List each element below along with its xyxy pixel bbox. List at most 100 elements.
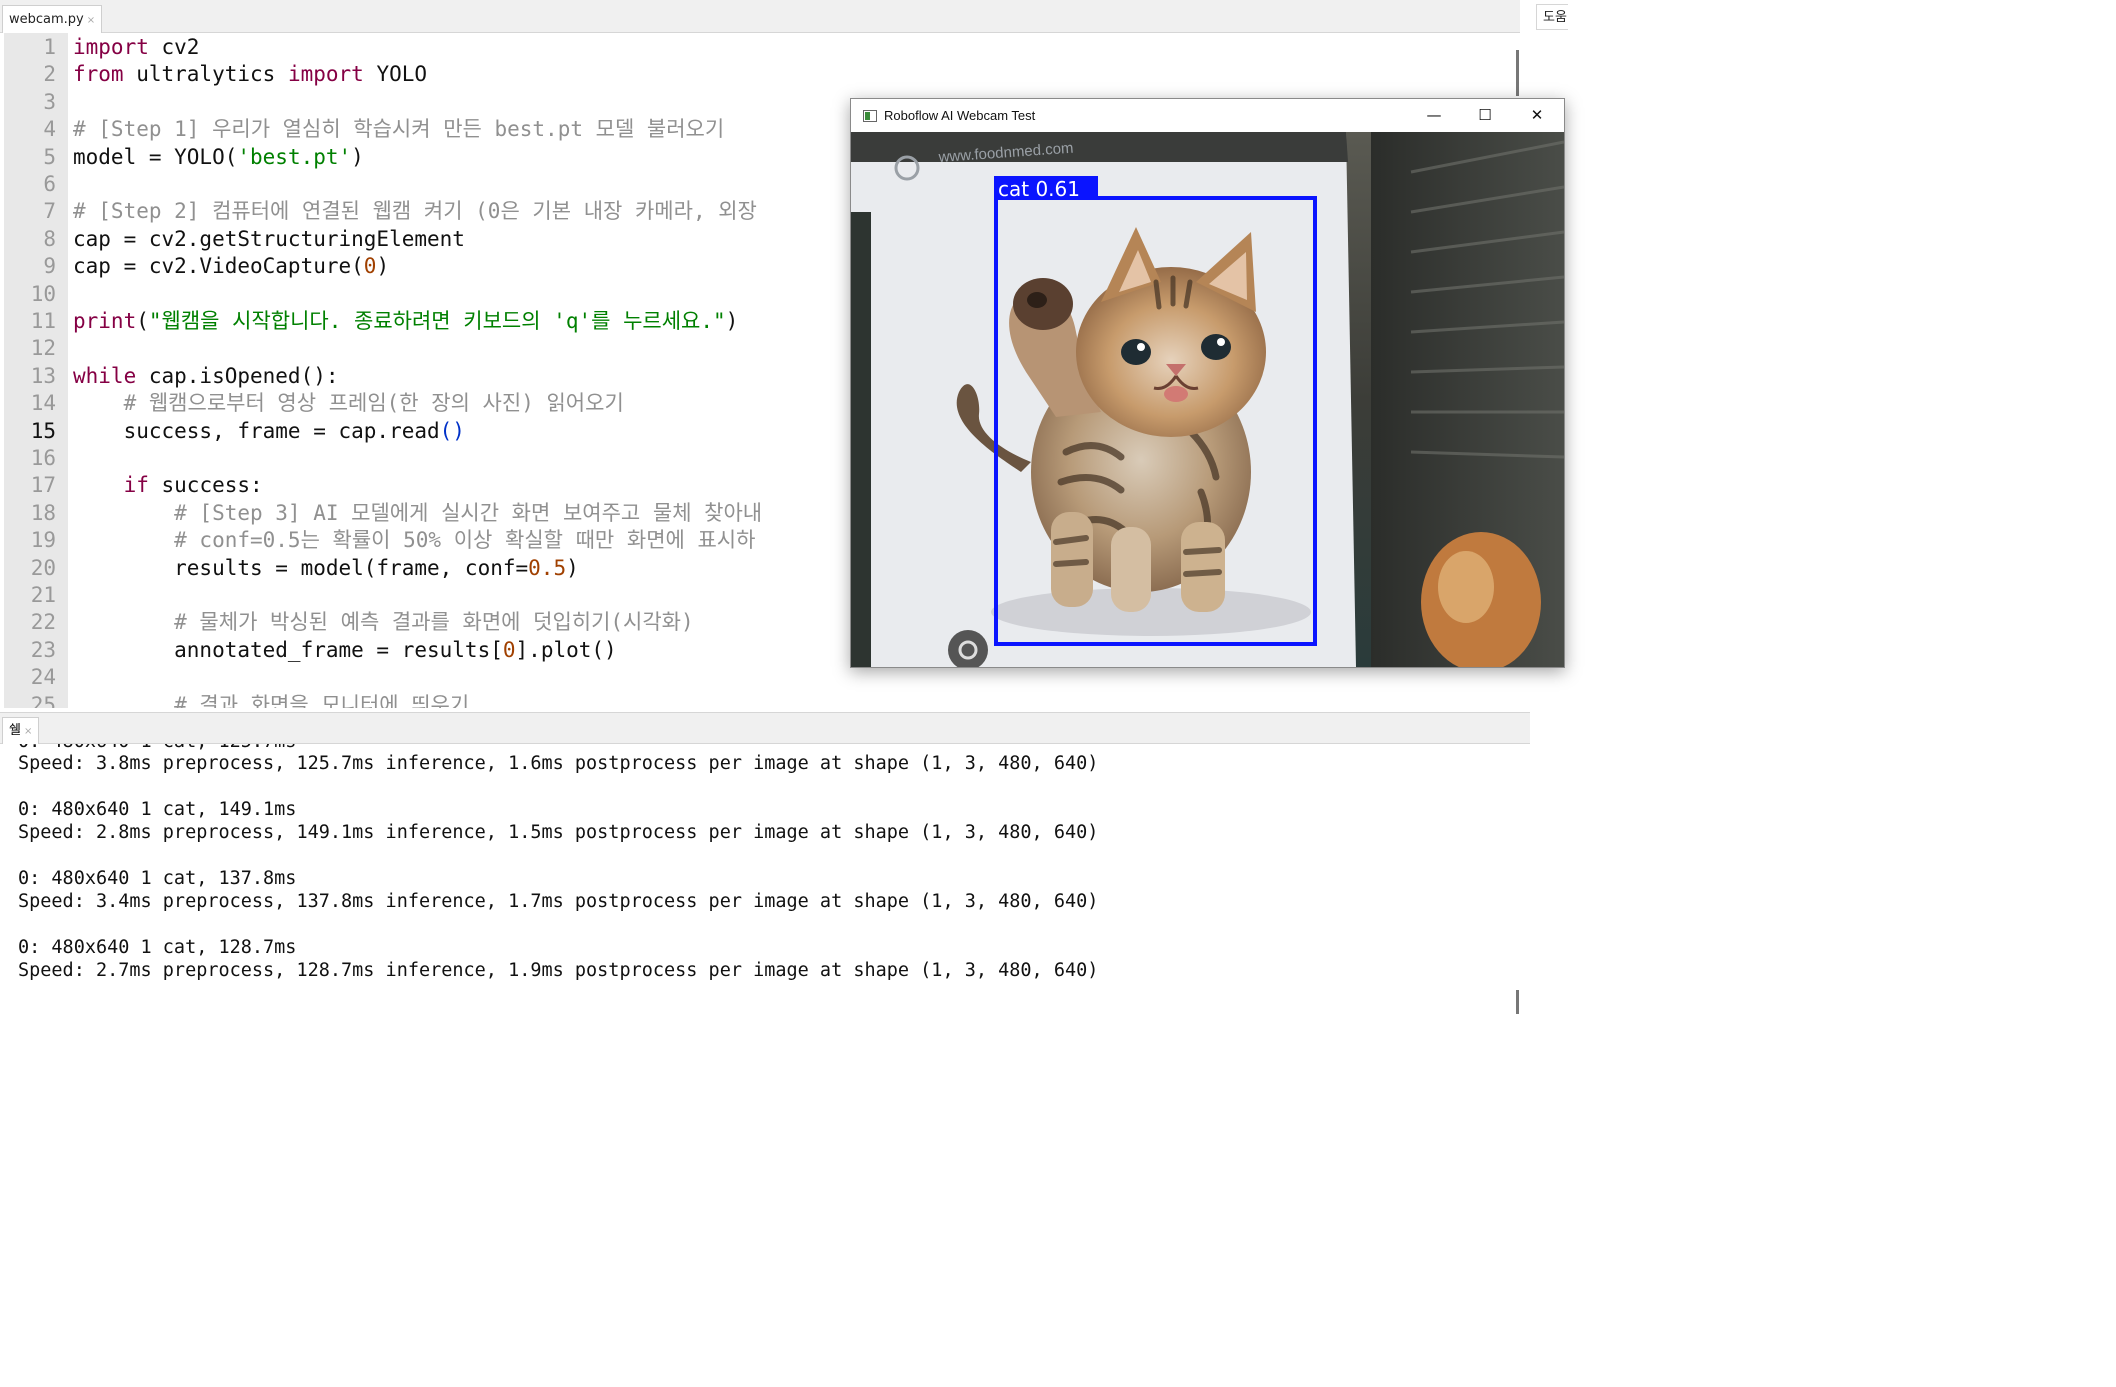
code-token: ) xyxy=(725,309,739,333)
code-line[interactable]: 25 # 결과 화면을 모니터에 띄우기 xyxy=(0,692,1510,708)
shell-line: Speed: 3.8ms preprocess, 125.7ms inferen… xyxy=(18,753,1099,774)
webcam-image: www.foodnmed.com cat 0.61 xyxy=(851,132,1564,667)
line-number: 24 xyxy=(30,665,56,690)
code-text: model = YOLO('best.pt') xyxy=(73,144,364,171)
line-number: 5 xyxy=(43,144,56,169)
code-token: ) xyxy=(376,254,390,279)
shell-right-margin xyxy=(1530,712,1568,1028)
line-number: 10 xyxy=(30,281,56,306)
shell-output[interactable]: 0: 480x640 1 cat, 125.7ms Speed: 3.8ms p… xyxy=(0,744,1510,1028)
line-number: 18 xyxy=(30,500,56,525)
shell-scrollbar-thumb[interactable] xyxy=(1516,990,1519,1014)
code-token: from xyxy=(73,62,124,87)
shell-tab-close-icon[interactable]: × xyxy=(24,726,32,737)
code-token: import xyxy=(287,62,364,87)
line-number: 1 xyxy=(43,35,56,59)
line-number: 21 xyxy=(30,583,56,607)
code-text: # 물체가 박싱된 예측 결과를 화면에 덧입히기(시각화) xyxy=(73,609,694,636)
line-number: 23 xyxy=(30,637,56,662)
code-token: results = model(frame, conf= xyxy=(73,555,529,580)
code-text: from ultralytics import YOLO xyxy=(73,61,427,88)
code-token: ultralytics xyxy=(123,62,288,87)
code-token: ) xyxy=(566,555,579,580)
line-number: 14 xyxy=(30,391,56,416)
code-token: # 웹캠으로부터 영상 프레임(한 장의 사진) 읽어오기 xyxy=(73,391,624,416)
shell-line: Speed: 2.8ms preprocess, 149.1ms inferen… xyxy=(18,822,1099,843)
line-number: 17 xyxy=(30,473,56,498)
code-token: 'best.pt' xyxy=(237,144,352,169)
code-text: cap = cv2.VideoCapture(0) xyxy=(73,253,389,280)
code-text: while cap.isOpened(): xyxy=(73,363,339,390)
code-text: print("웹캠을 시작합니다. 종료하려면 키보드의 'q'를 누르세요."… xyxy=(73,308,738,335)
line-number: 13 xyxy=(30,363,56,388)
shell-line: 0: 480x640 1 cat, 149.1ms xyxy=(18,799,297,820)
code-token: () xyxy=(439,418,465,443)
line-number: 22 xyxy=(30,610,56,635)
code-token: # 결과 화면을 모니터에 띄우기 xyxy=(73,692,470,708)
webcam-window[interactable]: Roboflow AI Webcam Test — ☐ ✕ www.foodnm… xyxy=(850,98,1565,668)
line-number: 15 xyxy=(30,418,56,443)
code-token: cv2 xyxy=(148,35,200,59)
shell-line: 0: 480x640 1 cat, 137.8ms xyxy=(18,868,297,889)
code-token: # [Step 2] 컴퓨터에 연결된 웹캠 켜기 (0은 기본 내장 카메라,… xyxy=(73,199,757,224)
code-text: cap = cv2.getStructuringElement xyxy=(73,226,465,253)
line-number: 2 xyxy=(43,62,56,87)
webcam-frame: www.foodnmed.com cat 0.61 xyxy=(851,132,1564,667)
line-number: 11 xyxy=(30,309,56,333)
code-text: results = model(frame, conf=0.5) xyxy=(73,555,579,582)
code-text: # 웹캠으로부터 영상 프레임(한 장의 사진) 읽어오기 xyxy=(73,390,624,417)
code-token: 0 xyxy=(502,637,516,662)
code-text: # [Step 1] 우리가 열심히 학습시켜 만든 best.pt 모델 불러… xyxy=(73,116,724,143)
shell-line: Speed: 2.7ms preprocess, 128.7ms inferen… xyxy=(18,960,1099,981)
line-number: 25 xyxy=(30,692,56,708)
code-text: annotated_frame = results[0].plot() xyxy=(73,637,617,664)
code-text: success, frame = cap.read() xyxy=(73,418,465,445)
code-token: "웹캠을 시작합니다. 종료하려면 키보드의 'q'를 누르세요." xyxy=(148,309,726,333)
detection-label: cat 0.61 xyxy=(998,177,1080,201)
line-number: 6 xyxy=(43,172,56,196)
app-icon xyxy=(863,110,877,122)
code-token: ) xyxy=(351,144,364,169)
code-line[interactable]: 2 from ultralytics import YOLO xyxy=(0,61,1510,88)
code-token: if xyxy=(123,473,149,498)
line-number: 20 xyxy=(30,555,56,580)
line-number: 3 xyxy=(43,89,56,114)
code-line[interactable]: 1 import cv2 xyxy=(0,34,1510,61)
code-token: ].plot() xyxy=(515,637,617,662)
maximize-button[interactable]: ☐ xyxy=(1460,99,1510,132)
code-token: cap = cv2.getStructuringElement xyxy=(73,226,465,251)
code-token: # [Step 1] 우리가 열심히 학습시켜 만든 best.pt 모델 불러… xyxy=(73,117,725,142)
window-title: Roboflow AI Webcam Test xyxy=(884,108,1036,123)
close-button[interactable]: ✕ xyxy=(1512,99,1562,132)
code-token: 0.5 xyxy=(528,555,567,580)
tab-shell[interactable]: 쉘 × xyxy=(2,717,40,744)
editor-scrollbar-thumb[interactable] xyxy=(1516,50,1519,96)
help-menu[interactable]: 도움 xyxy=(1536,4,1568,30)
shell-tab-bar: 쉘 × xyxy=(0,712,1530,744)
tab-close-icon[interactable]: × xyxy=(87,15,95,26)
code-text: # [Step 3] AI 모델에게 실시간 화면 보여주고 물체 찾아내 xyxy=(73,500,762,527)
code-text: import cv2 xyxy=(73,34,199,61)
line-number: 9 xyxy=(43,254,56,279)
code-token: # [Step 3] AI 모델에게 실시간 화면 보여주고 물체 찾아내 xyxy=(73,500,763,525)
code-token: print xyxy=(73,309,137,333)
shell-line: 0: 480x640 1 cat, 128.7ms xyxy=(18,937,297,958)
minimize-button[interactable]: — xyxy=(1409,99,1459,132)
tab-webcam-py[interactable]: webcam.py × xyxy=(2,5,103,33)
code-text: # [Step 2] 컴퓨터에 연결된 웹캠 켜기 (0은 기본 내장 카메라,… xyxy=(73,198,757,225)
code-token: while xyxy=(73,363,137,388)
line-number: 16 xyxy=(30,446,56,470)
shell-line: Speed: 3.4ms preprocess, 137.8ms inferen… xyxy=(18,891,1099,912)
window-title-bar[interactable]: Roboflow AI Webcam Test — ☐ ✕ xyxy=(851,99,1564,132)
code-token: success, frame = cap.read xyxy=(73,418,440,443)
code-token: import xyxy=(73,35,149,59)
code-text: # conf=0.5는 확률이 50% 이상 확실할 때만 화면에 표시하 xyxy=(73,527,755,554)
line-number: 7 xyxy=(43,199,56,224)
code-line[interactable]: 24 xyxy=(0,664,1510,691)
tab-label: webcam.py xyxy=(9,12,84,27)
code-text: if success: xyxy=(73,472,263,499)
code-token: YOLO xyxy=(363,62,428,87)
code-text: # 결과 화면을 모니터에 띄우기 xyxy=(73,692,469,708)
code-token: ( xyxy=(136,309,149,333)
